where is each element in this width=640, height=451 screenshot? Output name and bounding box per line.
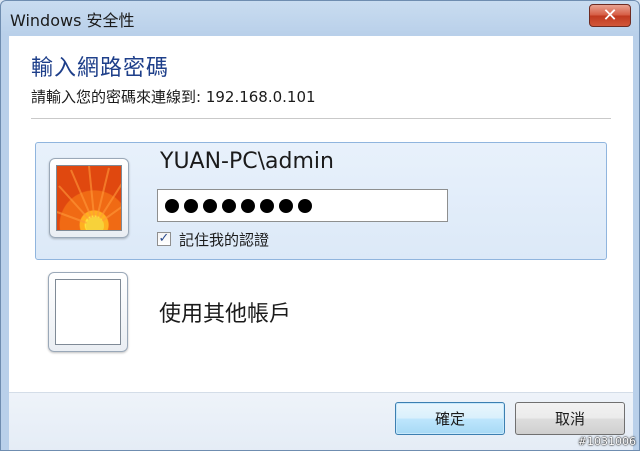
user-picture-frame (49, 158, 129, 238)
watermark: #1031006 (577, 435, 636, 448)
password-input[interactable] (157, 189, 448, 222)
remember-checkbox[interactable]: ✓ (157, 232, 171, 246)
password-mask-dot (298, 198, 312, 213)
flower-user-picture-icon (56, 165, 122, 231)
close-icon: ✕ (602, 4, 618, 26)
close-button[interactable]: ✕ (589, 4, 631, 27)
password-mask-dot (184, 198, 198, 213)
password-mask-dot (165, 198, 179, 213)
remember-credentials-option[interactable]: ✓ 記住我的認證 (157, 229, 269, 249)
credential-tile-other[interactable]: 使用其他帳戶 (35, 266, 607, 361)
user-picture-frame (48, 272, 128, 352)
use-other-account-label: 使用其他帳戶 (159, 302, 292, 327)
cancel-button[interactable]: 取消 (515, 402, 625, 435)
dialog-content: 輸入網路密碼 請輸入您的密碼來連線到: 192.168.0.101 YUAN-P… (9, 36, 633, 392)
window-title: Windows 安全性 (10, 11, 135, 30)
password-mask-dot (203, 198, 217, 213)
remember-label: 記住我的認證 (179, 230, 270, 249)
button-bar: 確定 取消 (9, 392, 633, 450)
password-mask-dot (241, 198, 255, 213)
password-mask-dot (260, 198, 274, 213)
checkmark-icon: ✓ (158, 231, 170, 246)
divider (31, 118, 611, 119)
ok-button[interactable]: 確定 (395, 402, 505, 435)
credential-tile-selected[interactable]: YUAN-PC\admin ✓ 記住我的認證 (35, 142, 607, 260)
password-mask-dot (279, 198, 293, 213)
blank-user-picture-icon (55, 279, 121, 345)
password-mask-dot (222, 198, 236, 213)
title-bar[interactable]: Windows 安全性 ✕ (1, 1, 639, 35)
credential-dialog: Windows 安全性 ✕ 輸入網路密碼 請輸入您的密碼來連線到: 192.16… (0, 0, 640, 451)
dialog-subheading: 請輸入您的密碼來連線到: 192.168.0.101 (31, 88, 316, 106)
username-label: YUAN-PC\admin (160, 149, 334, 174)
dialog-heading: 輸入網路密碼 (31, 56, 170, 81)
